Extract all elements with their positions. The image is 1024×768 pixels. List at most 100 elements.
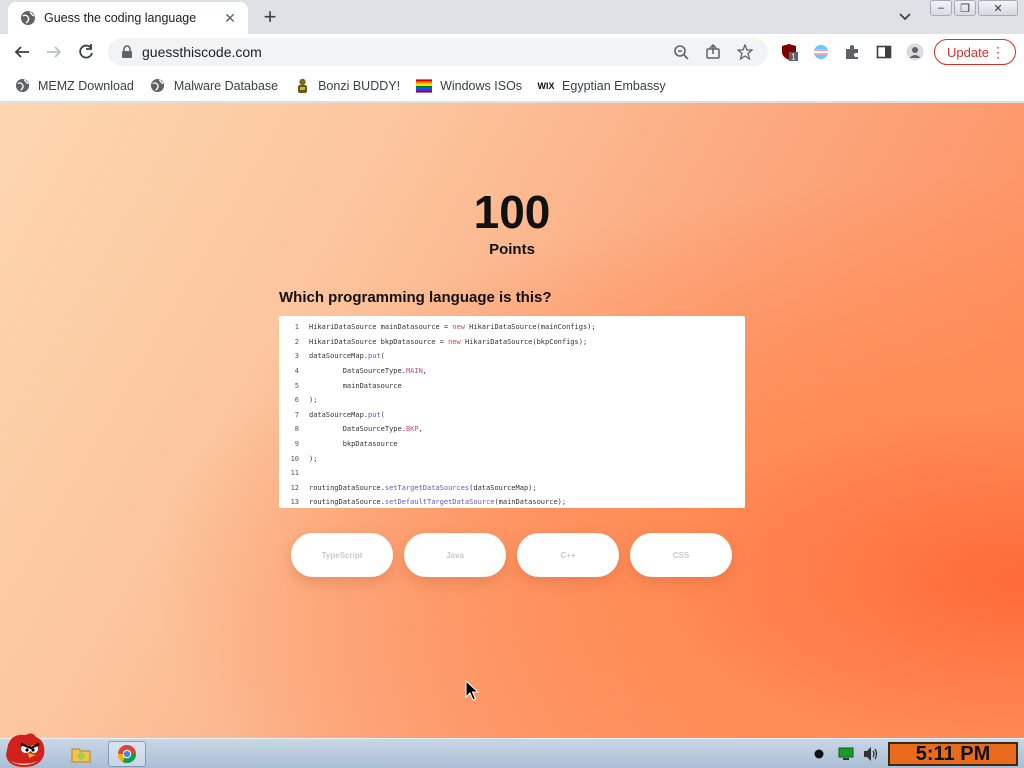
folder-icon — [71, 748, 91, 763]
wix-icon: WIX — [537, 80, 555, 91]
side-panel-icon[interactable] — [875, 43, 893, 61]
code-line: 9 bkpDatasource — [279, 437, 745, 452]
code-text: dataSourceMap.put( — [309, 410, 385, 419]
code-text: ); — [309, 454, 318, 463]
bookmark-egyptian-embassy[interactable]: WIX Egyptian Embassy — [538, 78, 666, 94]
bookmark-label: Egyptian Embassy — [562, 78, 666, 93]
line-number: 4 — [294, 367, 299, 376]
globe-icon — [21, 11, 35, 25]
close-tab-icon[interactable]: ✕ — [222, 10, 238, 26]
menu-dots-icon[interactable]: ⋮ — [991, 43, 1005, 61]
update-label: Update — [947, 44, 989, 60]
answer-cpp-button[interactable]: C++ — [517, 533, 619, 577]
code-line: 5 mainDatasource — [279, 378, 745, 393]
code-text: DataSourceType.BKP, — [309, 425, 423, 434]
code-text: routingDataSource.setTargetDataSources(d… — [309, 483, 537, 492]
reload-icon — [79, 44, 93, 59]
forward-button[interactable] — [42, 40, 66, 64]
code-text: mainDatasource — [309, 381, 402, 390]
browser-toolbar: guessthiscode.com 1 Update ⋮ — [0, 34, 1024, 70]
update-button[interactable]: Update ⋮ — [934, 39, 1016, 65]
chrome-icon — [118, 745, 136, 764]
points-label: Points — [489, 241, 535, 258]
share-icon[interactable] — [704, 43, 722, 61]
zoom-icon[interactable] — [672, 43, 690, 61]
volume-icon[interactable] — [862, 745, 880, 763]
trans-flag-extension-icon[interactable] — [812, 43, 830, 61]
new-tab-button[interactable]: + — [258, 6, 282, 30]
code-line: 6); — [279, 393, 745, 408]
bookmark-star-icon[interactable] — [736, 43, 754, 61]
taskbar: 5:11 PM — [0, 733, 1024, 768]
address-bar[interactable]: guessthiscode.com — [108, 38, 768, 66]
code-text: ); — [309, 396, 318, 405]
tab-title: Guess the coding language — [44, 11, 197, 25]
bonzi-icon — [294, 78, 310, 94]
taskbar-clock[interactable]: 5:11 PM — [888, 742, 1018, 766]
tab-strip: Guess the coding language ✕ + – ❐ ✕ — [0, 0, 1024, 34]
code-line: 4 DataSourceType.MAIN, — [279, 364, 745, 379]
answer-css-button[interactable]: CSS — [630, 533, 732, 577]
line-number: 7 — [294, 410, 299, 419]
code-line: 7 dataSourceMap.put( — [279, 408, 745, 423]
code-snippet: 1 HikariDataSource mainDatasource = new H… — [279, 316, 745, 508]
code-line: 3 dataSourceMap.put( — [279, 349, 745, 364]
line-number: 10 — [290, 454, 299, 463]
answer-java-button[interactable]: Java — [404, 533, 506, 577]
close-window-icon[interactable]: ✕ — [978, 0, 1018, 16]
tab-search-chevron-icon[interactable] — [896, 8, 914, 26]
minimize-icon[interactable]: – — [930, 0, 952, 16]
answer-buttons: TypeScript Java C++ CSS — [291, 533, 743, 577]
profile-avatar-icon[interactable] — [906, 43, 924, 61]
line-number: 12 — [290, 483, 299, 492]
extensions-puzzle-icon[interactable] — [843, 43, 861, 61]
mouse-cursor-icon — [465, 680, 479, 701]
code-line: 2 HikariDataSource bkpDatasource = new Hi… — [279, 335, 745, 350]
back-button[interactable] — [10, 40, 34, 64]
tray-record-icon[interactable] — [812, 745, 826, 763]
bookmark-memz[interactable]: MEMZ Download — [14, 78, 134, 94]
line-number: 2 — [294, 337, 299, 346]
bookmark-label: Bonzi BUDDY! — [318, 78, 401, 93]
reload-button[interactable] — [74, 40, 98, 64]
code-line: 11 — [279, 466, 745, 481]
network-icon[interactable] — [838, 745, 854, 763]
score-value: 100 — [473, 186, 551, 238]
ublock-extension-icon[interactable]: 1 — [780, 43, 798, 61]
code-line: 10); — [279, 451, 745, 466]
answer-typescript-button[interactable]: TypeScript — [291, 533, 393, 577]
window-controls: – ❐ ✕ — [928, 0, 1018, 18]
code-text: dataSourceMap.put( — [309, 352, 385, 361]
code-text: HikariDataSource bkpDatasource = new Hik… — [309, 337, 588, 346]
bookmark-label: Malware Database — [173, 78, 279, 93]
line-number: 13 — [290, 498, 299, 507]
restore-icon[interactable]: ❐ — [954, 0, 976, 16]
code-text: DataSourceType.MAIN, — [309, 367, 428, 376]
code-text: HikariDataSource mainDatasource = new Hi… — [309, 323, 596, 332]
angry-bird-start-icon[interactable] — [2, 731, 48, 768]
bookmark-label: MEMZ Download — [38, 78, 134, 93]
game-page: 100 Points Which programming language is… — [0, 103, 1024, 738]
code-text: bkpDatasource — [309, 440, 398, 449]
line-number: 11 — [290, 469, 299, 478]
globe-icon — [14, 78, 30, 94]
arrow-left-icon — [14, 46, 29, 58]
code-line: 13 routingDataSource.setDefaultTargetData… — [279, 495, 745, 508]
bookmark-malware-database[interactable]: Malware Database — [150, 78, 278, 94]
line-number: 3 — [294, 352, 299, 361]
bookmarks-bar: MEMZ Download Malware Database Bonzi BUD… — [0, 70, 1024, 102]
rainbow-flag-icon — [416, 78, 433, 94]
taskbar-explorer-button[interactable] — [62, 741, 100, 767]
bookmark-label: Windows ISOs — [440, 78, 523, 93]
bookmark-bonzi-buddy[interactable]: Bonzi BUDDY! — [294, 78, 400, 94]
browser-tab[interactable]: Guess the coding language ✕ — [8, 2, 248, 34]
lock-icon[interactable] — [120, 45, 134, 59]
bookmark-windows-isos[interactable]: Windows ISOs — [416, 78, 522, 94]
code-text: routingDataSource.setDefaultTargetDataSo… — [309, 498, 567, 507]
taskbar-chrome-button[interactable] — [108, 741, 146, 767]
line-number: 9 — [294, 440, 299, 449]
arrow-right-icon — [47, 46, 62, 58]
line-number: 6 — [294, 396, 299, 405]
svg-text:1: 1 — [791, 53, 796, 62]
url-text[interactable]: guessthiscode.com — [142, 44, 672, 60]
